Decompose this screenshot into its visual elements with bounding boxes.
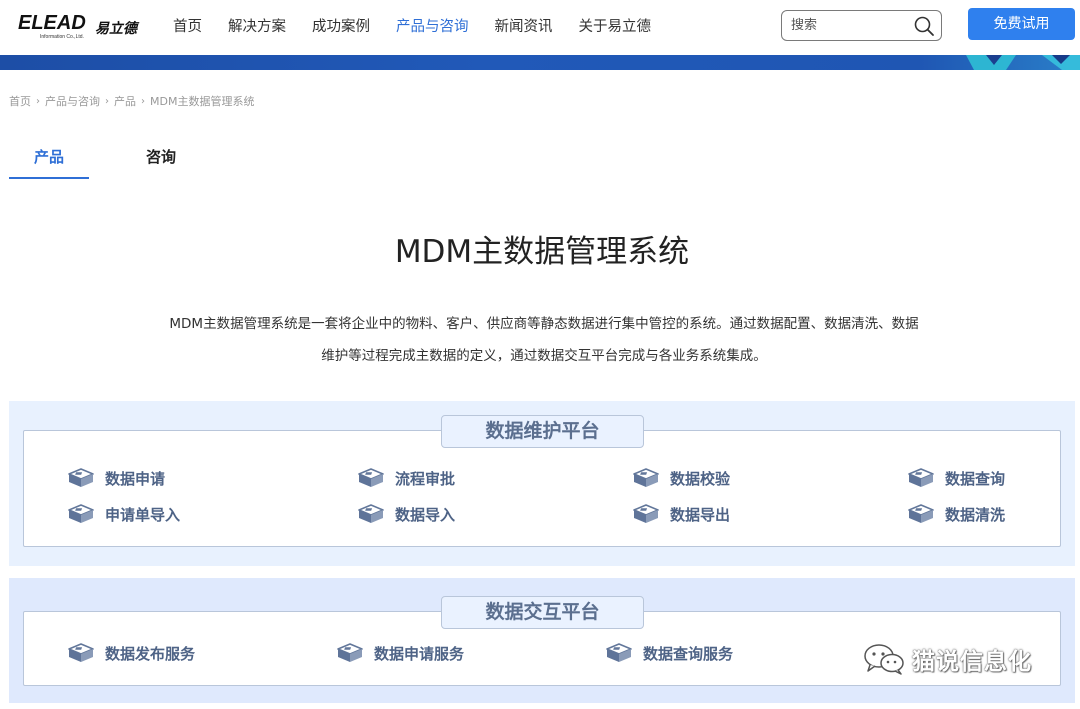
data-cube-icon: [68, 504, 94, 523]
description-line: 维护等过程完成主数据的定义，通过数据交互平台完成与各业务系统集成。: [321, 348, 767, 364]
feature-data-query[interactable]: 数据查询: [907, 467, 1005, 489]
watermark: 猫说信息化: [862, 642, 1032, 676]
logo-text-cn: 易立德: [95, 21, 137, 37]
data-cube-icon: [908, 468, 934, 487]
nav-item-news[interactable]: 新闻资讯: [482, 0, 566, 55]
feature-label: 数据导入: [395, 505, 456, 524]
search-box: [781, 10, 942, 41]
data-cube-icon: [908, 504, 934, 523]
feature-label: 数据导出: [670, 505, 731, 524]
data-cube-icon: [633, 504, 659, 523]
feature-process-approval[interactable]: 流程审批: [357, 467, 455, 489]
feature-label: 申请单导入: [105, 505, 181, 524]
data-cube-icon: [633, 468, 659, 487]
nav-item-solutions[interactable]: 解决方案: [215, 0, 299, 55]
feature-data-cleansing[interactable]: 数据清洗: [907, 503, 1005, 525]
feature-label: 流程审批: [395, 469, 456, 488]
breadcrumb-products[interactable]: 产品: [114, 93, 136, 109]
feature-data-export[interactable]: 数据导出: [632, 503, 730, 525]
data-cube-icon: [606, 643, 632, 662]
nav-item-products-consulting[interactable]: 产品与咨询: [383, 0, 482, 55]
header: ELEAD 易立德 Information Co.,Ltd. 首页 解决方案 成…: [0, 0, 1080, 55]
banner-decoration: [966, 55, 1080, 70]
watermark-text: 猫说信息化: [912, 649, 1032, 675]
page-title: MDM主数据管理系统: [394, 234, 690, 270]
breadcrumb-home[interactable]: 首页: [9, 93, 31, 109]
data-cube-icon: [68, 468, 94, 487]
feature-data-application-service[interactable]: 数据申请服务: [336, 642, 464, 664]
breadcrumb-separator: ›: [36, 95, 40, 107]
feature-application-import[interactable]: 申请单导入: [67, 503, 180, 525]
search-input[interactable]: [791, 15, 906, 36]
nav-item-home[interactable]: 首页: [160, 0, 215, 55]
feature-label: 数据发布服务: [105, 644, 196, 663]
nav-item-about[interactable]: 关于易立德: [566, 0, 665, 55]
breadcrumb-separator: ›: [141, 95, 145, 107]
tab-products[interactable]: 产品: [9, 140, 89, 179]
feature-label: 数据申请服务: [374, 644, 465, 663]
feature-label: 数据申请: [105, 469, 166, 488]
feature-data-validation[interactable]: 数据校验: [632, 467, 730, 489]
feature-label: 数据校验: [670, 469, 731, 488]
free-trial-button[interactable]: 免费试用: [968, 8, 1075, 40]
tab-consulting[interactable]: 咨询: [121, 140, 201, 179]
data-cube-icon: [358, 504, 384, 523]
main-nav: 首页 解决方案 成功案例 产品与咨询 新闻资讯 关于易立德: [160, 0, 664, 55]
search-icon[interactable]: [913, 15, 935, 37]
feature-data-application[interactable]: 数据申请: [67, 467, 165, 489]
logo-text-en: ELEAD: [18, 12, 86, 34]
feature-data-query-service[interactable]: 数据查询服务: [605, 642, 733, 664]
wechat-icon: [864, 644, 904, 675]
breadcrumb-current: MDM主数据管理系统: [150, 95, 255, 108]
logo[interactable]: ELEAD 易立德 Information Co.,Ltd.: [18, 12, 143, 42]
breadcrumb-separator: ›: [105, 95, 109, 107]
product-tabs: 产品 咨询: [9, 140, 233, 180]
breadcrumb-products-consulting[interactable]: 产品与咨询: [45, 93, 100, 109]
platform-title: 数据交互平台: [441, 596, 644, 629]
feature-data-import[interactable]: 数据导入: [357, 503, 455, 525]
feature-label: 数据清洗: [945, 505, 1006, 524]
data-cube-icon: [68, 643, 94, 662]
description-line: MDM主数据管理系统是一套将企业中的物料、客户、供应商等静态数据进行集中管控的系…: [169, 316, 919, 332]
data-interaction-platform: 数据交互平台 数据发布服务 数据申请服务 数据查询服务: [9, 578, 1075, 703]
feature-data-publish-service[interactable]: 数据发布服务: [67, 642, 195, 664]
data-cube-icon: [358, 468, 384, 487]
data-cube-icon: [337, 643, 363, 662]
feature-label: 数据查询: [945, 469, 1006, 488]
logo-subtitle: Information Co.,Ltd.: [40, 34, 84, 40]
feature-label: 数据查询服务: [643, 644, 734, 663]
data-maintenance-platform: 数据维护平台 数据申请 流程审批 数据校验 数据查询 申请单导入 数据导入 数据…: [9, 401, 1075, 566]
breadcrumb: 首页 › 产品与咨询 › 产品 › MDM主数据管理系统: [9, 93, 254, 109]
product-description: MDM主数据管理系统是一套将企业中的物料、客户、供应商等静态数据进行集中管控的系…: [140, 308, 948, 372]
banner-strip: [0, 55, 1080, 70]
nav-item-cases[interactable]: 成功案例: [299, 0, 383, 55]
platform-title: 数据维护平台: [441, 415, 644, 448]
